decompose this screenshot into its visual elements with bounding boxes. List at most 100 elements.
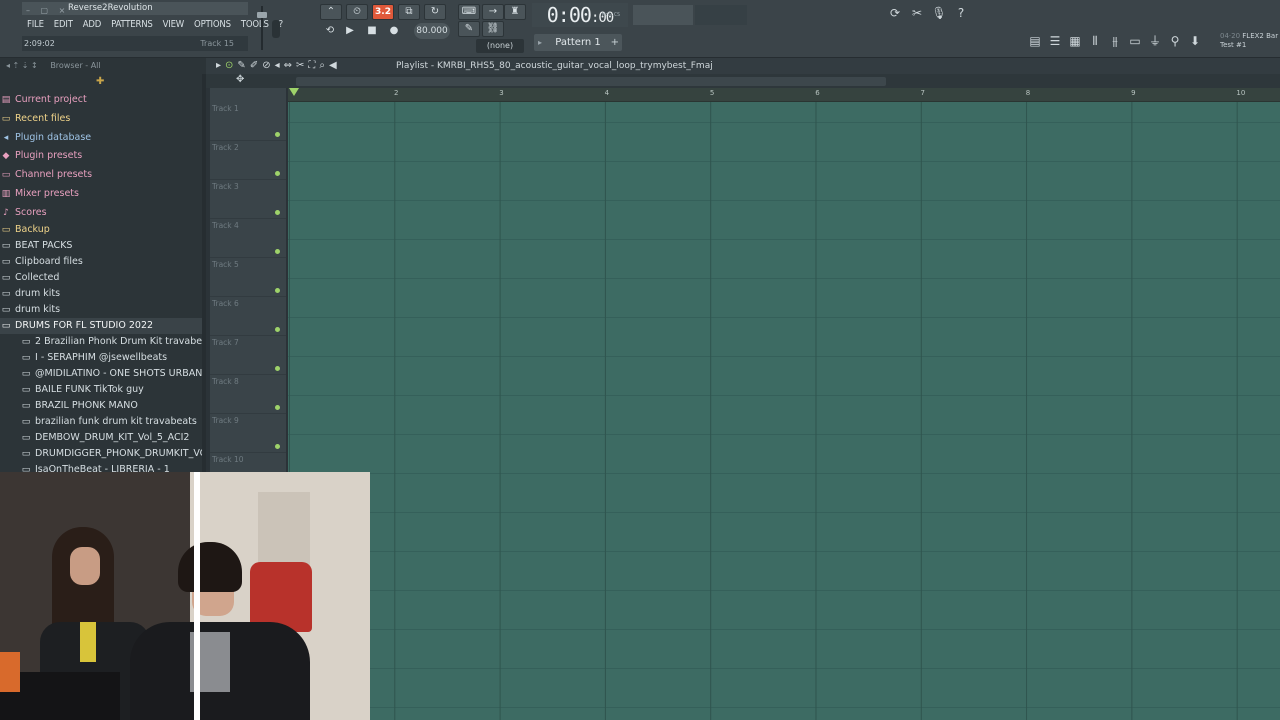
- countdown-badge[interactable]: 3.2: [372, 4, 394, 20]
- browser-window-icon[interactable]: ▭: [1126, 32, 1144, 50]
- browser-item[interactable]: ▭ drum kits: [0, 302, 206, 318]
- tuning-icon[interactable]: ⚲: [1166, 32, 1184, 50]
- step-edit-icon[interactable]: ⧉: [398, 4, 420, 20]
- playlist-horizontal-scrollbar[interactable]: [296, 77, 886, 86]
- pencil-icon[interactable]: ✎: [237, 58, 245, 74]
- playlist-grid[interactable]: [288, 88, 1280, 720]
- browser-item[interactable]: ▭ Collected: [0, 270, 206, 286]
- track-header[interactable]: Track 9: [210, 414, 286, 453]
- wait-input-icon[interactable]: ⏲: [346, 4, 368, 20]
- pencil-tool-icon[interactable]: ✎: [458, 21, 480, 37]
- mixer-hat-icon[interactable]: ♜: [504, 4, 526, 20]
- arrow-right-icon[interactable]: →: [482, 4, 504, 20]
- track-enable-led[interactable]: [275, 288, 280, 293]
- menu-edit[interactable]: EDIT: [49, 17, 78, 32]
- browser-item[interactable]: ▥ Mixer presets: [0, 186, 206, 202]
- track-enable-led[interactable]: [275, 405, 280, 410]
- track-header[interactable]: Track 2: [210, 141, 286, 180]
- metronome-icon[interactable]: ⌃: [320, 4, 342, 20]
- link-icon[interactable]: ⛓: [482, 21, 504, 37]
- master-volume-knob[interactable]: [257, 12, 267, 18]
- menu-options[interactable]: OPTIONS: [189, 17, 236, 32]
- track-header[interactable]: Track 10: [210, 453, 286, 472]
- browser-item[interactable]: ▭ Clipboard files: [0, 254, 206, 270]
- track-header[interactable]: Track 8: [210, 375, 286, 414]
- track-enable-led[interactable]: [275, 249, 280, 254]
- menu-tools[interactable]: TOOLS: [236, 17, 274, 32]
- delete-icon[interactable]: ⊘: [262, 58, 270, 74]
- record-icon[interactable]: ●: [384, 22, 404, 40]
- track-enable-led[interactable]: [275, 327, 280, 332]
- playlist-window-icon[interactable]: ▤: [1026, 32, 1044, 50]
- pattern-none-select[interactable]: (none): [476, 39, 524, 53]
- mixer-faders-icon[interactable]: ⫵: [1106, 32, 1124, 50]
- browser-item[interactable]: ▭ @MIDILATINO - ONE SHOTS URBANOS VOL. 2: [0, 366, 206, 382]
- master-volume-slider[interactable]: [257, 6, 267, 50]
- track-enable-led[interactable]: [275, 171, 280, 176]
- pattern-arrow-icon[interactable]: ▸: [538, 34, 542, 51]
- zoom-icon[interactable]: ⌕: [319, 58, 325, 74]
- browser-item[interactable]: ▭ BEAT PACKS: [0, 238, 206, 254]
- download-icon[interactable]: ⬇: [1186, 32, 1204, 50]
- snap-magnet-icon[interactable]: ⊙: [225, 58, 233, 74]
- help-icon[interactable]: ?: [952, 4, 970, 22]
- playback-icon[interactable]: ◀: [329, 58, 337, 74]
- brush-icon[interactable]: ✐: [250, 58, 258, 74]
- timeline-ruler[interactable]: 2 3 4 5 6 7 8 9 10: [288, 88, 1280, 102]
- menu-patterns[interactable]: PATTERNS: [106, 17, 157, 32]
- slip-icon[interactable]: ⇔: [284, 58, 292, 74]
- master-pitch-slider[interactable]: [272, 20, 280, 38]
- browser-item[interactable]: ◆ Plugin presets: [0, 148, 206, 164]
- browser-item[interactable]: ▭ I - SERAPHIM @jsewellbeats: [0, 350, 206, 366]
- browser-item[interactable]: ▭ drum kits: [0, 286, 206, 302]
- microphone-icon[interactable]: 🎙: [930, 4, 948, 22]
- browser-item[interactable]: ▭ brazilian funk drum kit travabeats: [0, 414, 206, 430]
- track-enable-led[interactable]: [275, 210, 280, 215]
- browser-item[interactable]: ▭ Backup: [0, 222, 206, 238]
- browser-item[interactable]: ♪ Scores: [0, 205, 206, 221]
- track-enable-led[interactable]: [275, 366, 280, 371]
- add-pattern-icon[interactable]: +: [611, 34, 619, 51]
- browser-scrollbar[interactable]: [202, 74, 206, 472]
- track-enable-led[interactable]: [275, 132, 280, 137]
- slice-icon[interactable]: ✂: [296, 58, 304, 74]
- track-header[interactable]: Track 3: [210, 180, 286, 219]
- pattern-selector[interactable]: ▸ Pattern 1 +: [534, 34, 622, 51]
- loop-record-icon[interactable]: ↻: [424, 4, 446, 20]
- channel-rack-icon[interactable]: ☰: [1046, 32, 1064, 50]
- browser-item[interactable]: ◂ Plugin database: [0, 130, 206, 146]
- browser-item[interactable]: ▤ Current project: [0, 92, 206, 108]
- browser-nav-icons[interactable]: ◂ ⇡ ⇣ ↕: [6, 61, 38, 70]
- browser-item[interactable]: ▭ DRUMS FOR FL STUDIO 2022: [0, 318, 206, 334]
- mute-icon[interactable]: ◂: [275, 58, 280, 74]
- menu-add[interactable]: ADD: [78, 17, 106, 32]
- typing-keyboard-icon[interactable]: ⌨: [458, 4, 480, 20]
- browser-item[interactable]: ▭ DRUMDIGGER_PHONK_DRUMKIT_VOL_3: [0, 446, 206, 462]
- flex-preview[interactable]: 04·20 FLEX2 Bar Test #1: [1220, 32, 1278, 50]
- undo-history-icon[interactable]: ⟳: [886, 4, 904, 22]
- select-icon[interactable]: ⛶: [308, 58, 315, 74]
- browser-item[interactable]: ▭ DEMBOW_DRUM_KIT_Vol_5_ACI2: [0, 430, 206, 446]
- track-header[interactable]: Track 1: [210, 102, 286, 141]
- track-enable-led[interactable]: [275, 444, 280, 449]
- track-header[interactable]: Track 6: [210, 297, 286, 336]
- menu-view[interactable]: VIEW: [158, 17, 189, 32]
- browser-item[interactable]: ▭ Recent files: [0, 111, 206, 127]
- mixer-window-icon[interactable]: ⫴: [1086, 32, 1104, 50]
- track-header[interactable]: Track 4: [210, 219, 286, 258]
- menu-file[interactable]: FILE: [22, 17, 49, 32]
- playlist-menu-arrow-icon[interactable]: ▸: [216, 58, 221, 74]
- playhead-marker[interactable]: [289, 88, 299, 96]
- toolbox-icon[interactable]: ✂: [908, 4, 926, 22]
- browser-item[interactable]: ▭ BAILE FUNK TikTok guy: [0, 382, 206, 398]
- browser-item[interactable]: ▭ Channel presets: [0, 167, 206, 183]
- stop-icon[interactable]: ■: [362, 22, 382, 40]
- browser-item[interactable]: ▭ BRAZIL PHONK MANO: [0, 398, 206, 414]
- browser-item[interactable]: ▭ 2 Brazilian Phonk Drum Kit travabeats (…: [0, 334, 206, 350]
- pan-move-icon[interactable]: ✥: [236, 74, 244, 85]
- song-mode-icon[interactable]: ⟲: [320, 22, 340, 40]
- play-icon[interactable]: ▶: [340, 22, 360, 40]
- piano-roll-icon[interactable]: ▦: [1066, 32, 1084, 50]
- plugin-icon[interactable]: ⏚: [1146, 32, 1164, 50]
- track-header[interactable]: Track 5: [210, 258, 286, 297]
